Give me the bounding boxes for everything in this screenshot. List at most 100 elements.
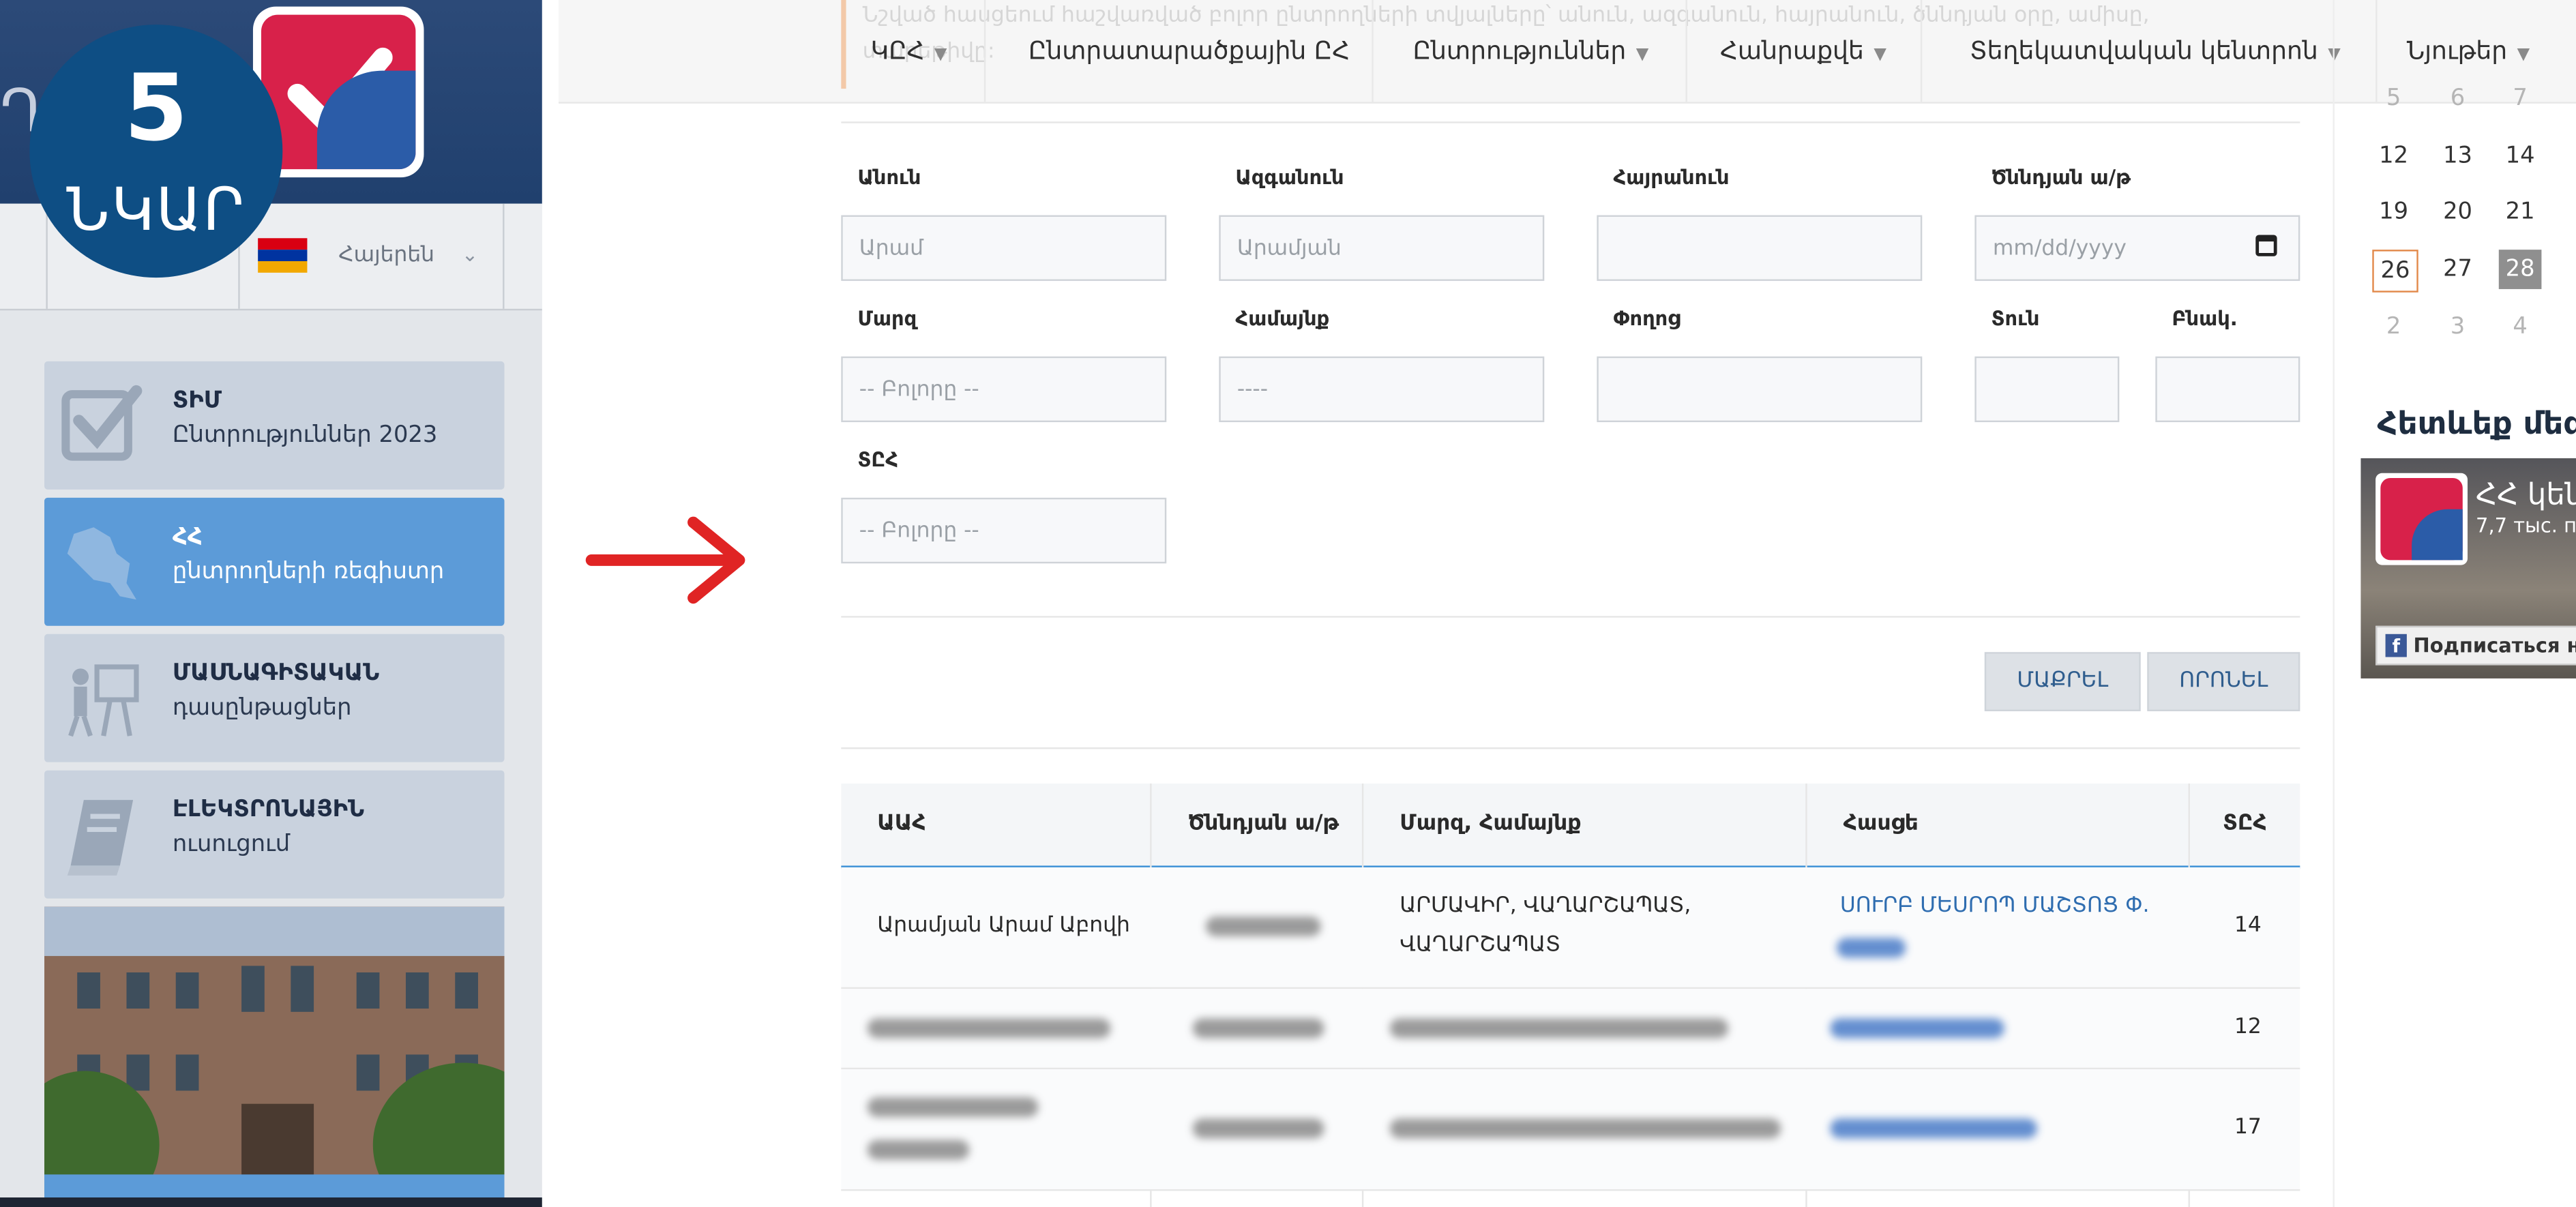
column-header-birth-date[interactable]: Ծննդյան ա/թ [1188, 811, 1339, 836]
calendar-day[interactable]: 13 [2436, 143, 2479, 170]
redacted-address [1830, 1018, 2004, 1039]
street-input[interactable] [1597, 356, 1923, 423]
first-name-label: Անուն [857, 166, 921, 190]
birth-date-label: Ծննդյան ա/թ [1991, 166, 2131, 190]
redacted-birth-date [1192, 1118, 1324, 1139]
book-icon [67, 800, 134, 876]
region-select[interactable] [841, 356, 1167, 423]
redacted-name [867, 1097, 1039, 1117]
redacted-address [1830, 1118, 2037, 1139]
chevron-down-icon[interactable]: ⌄ [462, 243, 478, 267]
sidebar-card-voter-register[interactable]: ՀՀ ընտրողների ռեգիստր [44, 497, 505, 626]
sidebar-card-training[interactable]: ՄԱՍՆԱԳԻՏԱԿԱՆ դասընթացներ [44, 634, 505, 762]
last-name-input[interactable] [1219, 215, 1545, 281]
card-title: ԷԼԵԿՏՐՈՆԱՅԻՆ [172, 796, 365, 823]
fb-subscribe-button[interactable]: Подписаться на [2375, 625, 2576, 666]
card-title: ՏԻՄ [172, 387, 222, 415]
card-subtitle: ուսուցում [172, 831, 291, 858]
street-label: Փողոց [1613, 307, 1681, 331]
redacted-address [1837, 938, 1906, 958]
column-header-address[interactable]: Հասցե [1844, 811, 1919, 836]
calendar-day[interactable]: 7 [2499, 85, 2542, 112]
caret-down-icon: ▼ [1635, 46, 1649, 64]
community-label: Համայնք [1235, 307, 1330, 331]
card-subtitle: Ընտրություններ 2023 [172, 422, 438, 449]
clear-button[interactable]: ՄԱՔՐԵԼ [1984, 652, 2141, 712]
calendar-day[interactable]: 19 [2372, 198, 2415, 225]
nav-item-elections[interactable]: Ընտրություններ ▼ [1413, 36, 1649, 65]
redacted-name-2 [867, 1139, 970, 1160]
checkbox-icon [61, 385, 143, 461]
fb-followers: 7,7 тыс. по [2476, 513, 2576, 537]
page-logo[interactable] [2375, 473, 2468, 565]
caret-down-icon: ▼ [934, 46, 947, 64]
redacted-birth-date [1206, 917, 1321, 937]
redacted-birth-date [1192, 1018, 1324, 1039]
redacted-name [867, 1018, 1111, 1039]
calendar-day-selected[interactable]: 28 [2498, 250, 2542, 289]
house-label: Տուն [1991, 307, 2040, 331]
follow-us-heading: Հետևեք մեզ f [2377, 405, 2576, 442]
column-header-district[interactable]: ՏԸՀ [2223, 811, 2267, 836]
redacted-region [1389, 1018, 1729, 1039]
sidebar-card-local-elections[interactable]: ՏԻՄ Ընտրություններ 2023 [44, 361, 505, 490]
last-name-label: Ազգանուն [1235, 166, 1344, 190]
notice-text: Նշված հասցեում հաշվառված բոլոր ընտրողներ… [862, 3, 2150, 28]
calendar-day[interactable]: 12 [2372, 143, 2415, 170]
cell-region-line2: ՎԱՂԱՐՇԱՊԱՏ [1400, 933, 1561, 958]
nav-item-referendum[interactable]: Հանրաքվե ▼ [1720, 36, 1886, 65]
birth-date-input[interactable] [1974, 215, 2300, 281]
step-number: 5 [123, 55, 188, 163]
nav-item-district-commissions[interactable]: Ընտրատարածքային ԸՀ [1028, 36, 1350, 65]
sidebar-card-e-learning[interactable]: ԷԼԵԿՏՐՈՆԱՅԻՆ ուսուցում [44, 770, 505, 899]
search-button[interactable]: ՈՐՈՆԵԼ [2147, 652, 2300, 712]
redacted-region [1389, 1118, 1781, 1139]
calendar-day[interactable]: 2 [2372, 314, 2415, 340]
column-header-region[interactable]: Մարզ, Համայնք [1400, 811, 1581, 836]
apartment-input[interactable] [2155, 356, 2300, 423]
calendar-day[interactable]: 3 [2436, 314, 2479, 340]
patronymic-label: Հայրանուն [1613, 166, 1730, 190]
region-label: Մարզ [857, 307, 917, 331]
apartment-label: Բնակ. [2172, 307, 2238, 331]
building-photo [44, 906, 505, 1195]
column-header-name[interactable]: ԱԱՀ [877, 811, 926, 836]
presentation-icon [68, 664, 139, 737]
nav-item-cec[interactable]: ԿԸՀ ▼ [871, 36, 947, 65]
community-select[interactable] [1219, 356, 1545, 423]
district-label: ՏԸՀ [857, 448, 899, 472]
step-label: ՆԿԱՐ [66, 177, 246, 245]
card-title: ՀՀ [172, 524, 203, 550]
language-select[interactable]: Հայերեն [338, 243, 434, 268]
cell-district: 14 [2234, 913, 2262, 938]
cell-name: Արամյան Արամ Աբովի [877, 913, 1130, 938]
cell-district: 17 [2234, 1115, 2262, 1140]
arrow-right-icon [585, 516, 745, 604]
caret-down-icon: ▼ [2517, 46, 2530, 64]
calendar-day-today[interactable]: 26 [2372, 250, 2418, 293]
calendar-day[interactable]: 14 [2499, 143, 2542, 170]
card-subtitle: դասընթացներ [172, 694, 352, 721]
calendar-day[interactable]: 6 [2436, 85, 2479, 112]
calendar-day[interactable]: 4 [2499, 314, 2542, 340]
calendar-day[interactable]: 27 [2436, 256, 2479, 283]
fb-page-name[interactable]: ՀՀ կեն [2476, 478, 2576, 513]
first-name-input[interactable] [841, 215, 1167, 281]
cell-district: 12 [2234, 1015, 2262, 1040]
caret-down-icon: ▼ [1874, 46, 1886, 64]
patronymic-input[interactable] [1597, 215, 1923, 281]
nav-item-info-center[interactable]: Տեղեկատվական կենտրոն▼ [1970, 36, 2341, 65]
calendar-day[interactable]: 21 [2499, 198, 2542, 225]
armenia-map-icon [67, 527, 136, 600]
card-subtitle: ընտրողների ռեգիստր [172, 558, 445, 585]
facebook-widget[interactable]: ՀՀ կեն 7,7 тыс. по Подписаться на [2360, 458, 2576, 679]
house-input[interactable] [1974, 356, 2120, 423]
card-title: ՄԱՍՆԱԳԻՏԱԿԱՆ [172, 660, 380, 687]
district-select[interactable] [841, 497, 1167, 564]
calendar-day[interactable]: 20 [2436, 198, 2479, 225]
nav-item-materials[interactable]: Նյութեր ▼ [2407, 36, 2530, 65]
cell-address-link[interactable]: ՍՈՒՐԲ ՄԵՍՐՈՊ ՄԱՇՏՈՑ Փ. [1840, 887, 2150, 927]
step-badge: 5 ՆԿԱՐ [29, 25, 283, 278]
calendar-day[interactable]: 5 [2372, 85, 2415, 112]
calendar-icon[interactable] [2255, 235, 2277, 256]
